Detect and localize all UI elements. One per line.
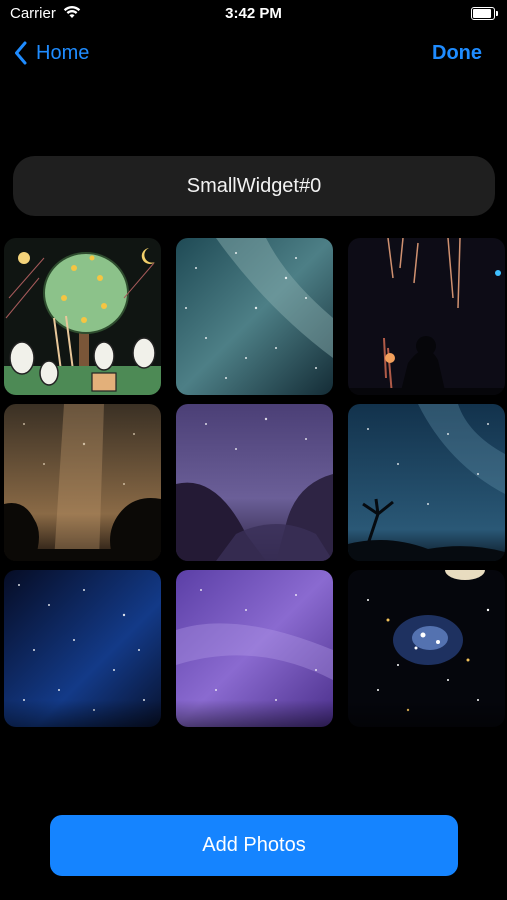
blue-starfield-image <box>4 570 161 727</box>
add-photos-button[interactable]: Add Photos <box>50 815 458 876</box>
photo-tile[interactable] <box>348 238 505 395</box>
milky-way-forest-image <box>4 404 161 561</box>
starry-sky-tree-image <box>348 404 505 561</box>
photo-tile[interactable] <box>176 570 333 727</box>
purple-nebula-sky-image <box>176 570 333 727</box>
photo-grid <box>0 0 507 740</box>
deep-space-cluster-image <box>348 570 505 727</box>
cartoon-party-tree-image <box>4 238 161 395</box>
photo-tile[interactable] <box>4 238 161 395</box>
photo-tile[interactable] <box>348 570 505 727</box>
photo-tile[interactable] <box>4 404 161 561</box>
photo-tile[interactable] <box>348 404 505 561</box>
photo-tile[interactable] <box>4 570 161 727</box>
photo-tile[interactable] <box>176 404 333 561</box>
purple-valley-night-image <box>176 404 333 561</box>
milky-way-teal-image <box>176 238 333 395</box>
photo-tile[interactable] <box>176 238 333 395</box>
fireworks-silhouette-image <box>348 238 505 395</box>
